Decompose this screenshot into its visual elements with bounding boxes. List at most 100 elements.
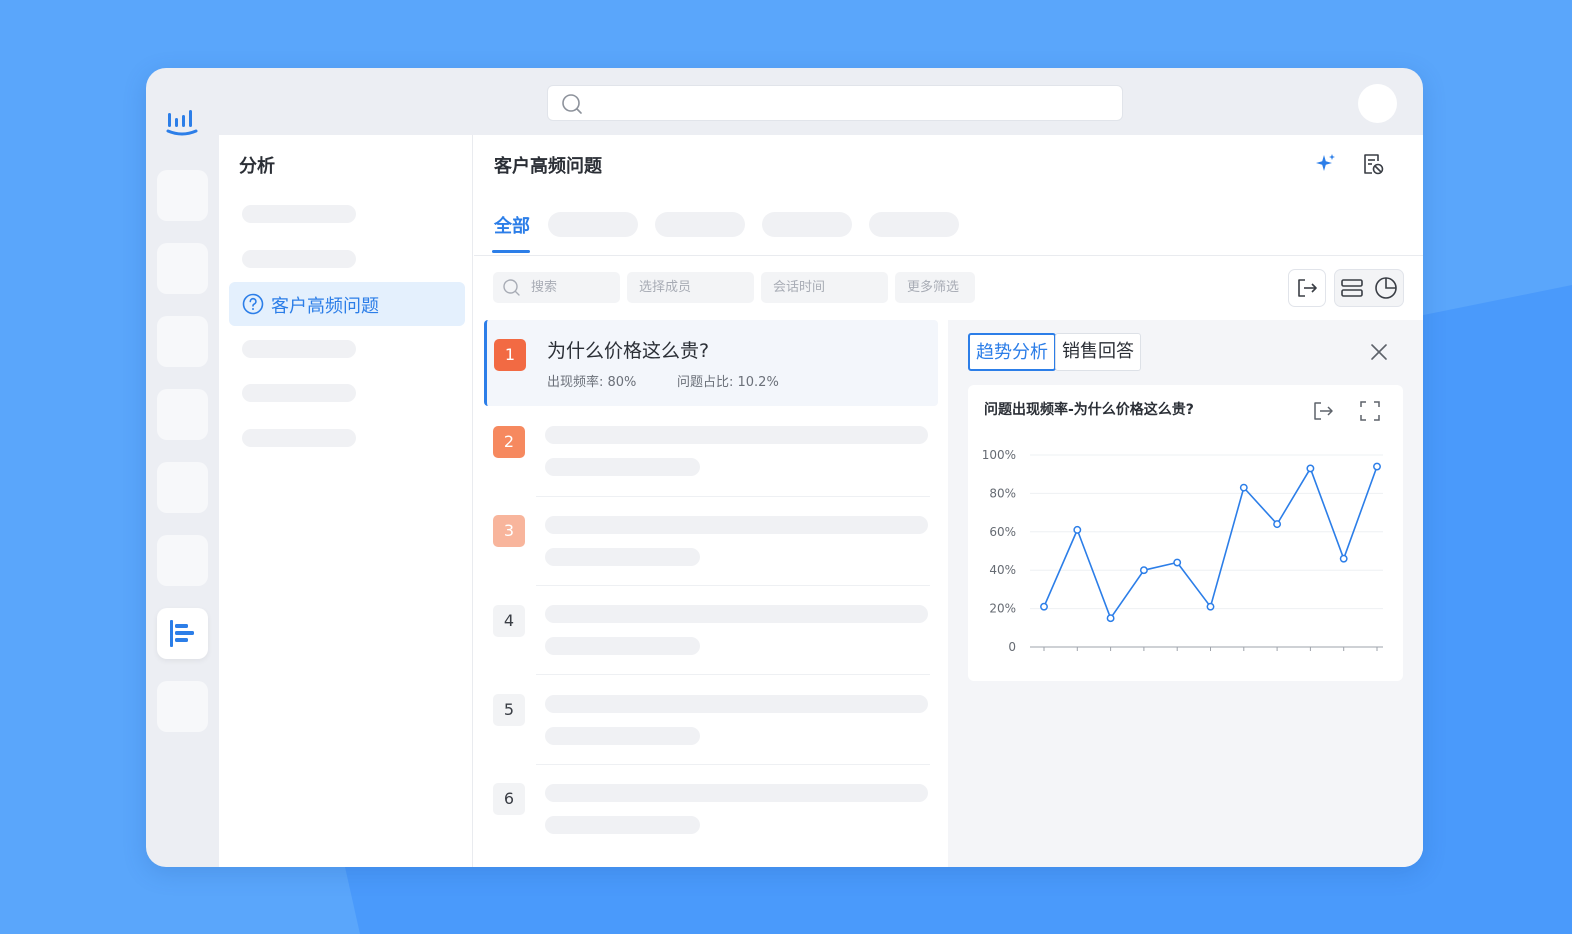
nav-rail-item-analysis[interactable] [157, 608, 208, 659]
sidebar-item-customer-faq[interactable]: 客户高频问题 [229, 282, 465, 326]
question-title: 为什么价格这么贵? [547, 340, 710, 362]
tab-placeholder[interactable] [548, 212, 638, 237]
tab-active-indicator [492, 250, 530, 253]
tab-sales-answers[interactable]: 销售回答 [1055, 333, 1141, 371]
tab-trend-analysis[interactable]: 趋势分析 [968, 333, 1056, 371]
sidebar: 分析 客户高频问题 [219, 135, 473, 867]
tab-all[interactable]: 全部 [494, 212, 530, 238]
nav-rail-item[interactable] [157, 389, 208, 440]
fullscreen-icon[interactable] [1358, 399, 1382, 423]
data-point [1073, 525, 1082, 534]
data-point [1239, 483, 1248, 492]
pie-chart-icon[interactable] [1369, 270, 1403, 306]
series-line [1043, 466, 1378, 619]
y-tick-label: 100% [982, 448, 1016, 462]
export-icon [1298, 279, 1317, 297]
tab-placeholder[interactable] [762, 212, 852, 237]
sidebar-item-label: 客户高频问题 [271, 296, 379, 317]
close-icon[interactable] [1368, 341, 1390, 363]
avatar[interactable] [1358, 84, 1397, 123]
data-point [1206, 602, 1215, 611]
rank-badge: 4 [493, 605, 525, 637]
data-point [1173, 558, 1182, 567]
nav-rail-item[interactable] [157, 243, 208, 294]
nav-rail-item[interactable] [157, 316, 208, 367]
y-tick-label: 20% [989, 602, 1016, 616]
rank-badge: 2 [493, 426, 525, 458]
question-frequency: 出现频率: 80% [547, 375, 637, 390]
rank-badge: 3 [493, 515, 525, 547]
nav-rail-item[interactable] [157, 170, 208, 221]
data-point [1040, 602, 1048, 611]
nav-rail-item[interactable] [157, 462, 208, 513]
data-point [1139, 566, 1148, 575]
filter-more-button[interactable]: 更多筛选 [895, 272, 975, 303]
question-share: 问题占比: 10.2% [677, 375, 779, 390]
data-point [1273, 520, 1282, 529]
app-window: 分析 客户高频问题 客户高频问题 全部 搜索 选择成员 会话时间 更多筛选 1 … [146, 68, 1423, 867]
search-icon [562, 94, 582, 114]
chart-title: 问题出现频率-为什么价格这么贵? [984, 402, 1194, 418]
data-point [1306, 464, 1315, 473]
list-view-icon[interactable] [1335, 270, 1369, 306]
export-icon[interactable] [1311, 399, 1335, 423]
logo-icon [166, 110, 198, 136]
nav-rail-item[interactable] [157, 681, 208, 732]
text-placeholder [545, 637, 700, 655]
page-title: 客户高频问题 [494, 156, 602, 177]
sidebar-item-placeholder[interactable] [242, 340, 356, 358]
row-divider [536, 674, 930, 675]
filter-search-input[interactable]: 搜索 [493, 272, 620, 303]
view-toggle-group [1334, 269, 1404, 307]
row-divider [536, 764, 930, 765]
data-point [1373, 462, 1381, 471]
tab-placeholder[interactable] [655, 212, 745, 237]
bar-chart-icon [170, 620, 194, 647]
tab-divider [474, 255, 1423, 256]
report-settings-icon[interactable] [1360, 151, 1386, 177]
row-divider [536, 585, 930, 586]
main-panel: 客户高频问题 全部 搜索 选择成员 会话时间 更多筛选 1 为什么价格这么贵? … [474, 135, 1423, 867]
text-placeholder [545, 458, 700, 476]
y-tick-label: 40% [989, 563, 1016, 577]
detail-panel: 趋势分析 销售回答 问题出现频率-为什么价格这么贵? 0 20% 40% 60%… [948, 320, 1423, 867]
text-placeholder [545, 784, 928, 802]
search-icon [503, 279, 520, 296]
y-tick-label: 0 [1008, 640, 1016, 654]
text-placeholder [545, 816, 700, 834]
y-tick-label: 60% [989, 525, 1016, 539]
row-divider [536, 496, 930, 497]
y-tick-label: 80% [989, 486, 1016, 500]
text-placeholder [545, 548, 700, 566]
text-placeholder [545, 605, 928, 623]
chart-card: 问题出现频率-为什么价格这么贵? 0 20% 40% 60% 80% 100% [968, 385, 1403, 681]
filter-time-select[interactable]: 会话时间 [761, 272, 888, 303]
export-button[interactable] [1288, 269, 1326, 307]
question-circle-icon [242, 293, 264, 315]
data-point [1106, 614, 1115, 623]
text-placeholder [545, 727, 700, 745]
filter-member-select[interactable]: 选择成员 [627, 272, 754, 303]
rank-badge: 1 [494, 339, 526, 371]
nav-rail [157, 170, 208, 754]
list-item[interactable]: 1 为什么价格这么贵? 出现频率: 80% 问题占比: 10.2% [484, 320, 938, 406]
sidebar-item-placeholder[interactable] [242, 384, 356, 402]
sidebar-item-placeholder[interactable] [242, 429, 356, 447]
sidebar-item-placeholder[interactable] [242, 205, 356, 223]
rank-badge: 5 [493, 694, 525, 726]
filter-search-placeholder: 搜索 [531, 280, 558, 295]
rank-badge: 6 [493, 783, 525, 815]
question-list: 1 为什么价格这么贵? 出现频率: 80% 问题占比: 10.2% 2 3 4 … [484, 320, 940, 867]
nav-rail-item[interactable] [157, 535, 208, 586]
content-area: 分析 客户高频问题 客户高频问题 全部 搜索 选择成员 会话时间 更多筛选 1 … [219, 135, 1423, 867]
sidebar-title: 分析 [239, 156, 275, 177]
data-point [1339, 554, 1348, 563]
sparkle-icon[interactable] [1312, 151, 1338, 177]
global-search-input[interactable] [547, 85, 1123, 121]
text-placeholder [545, 516, 928, 534]
text-placeholder [545, 695, 928, 713]
text-placeholder [545, 426, 928, 444]
sidebar-item-placeholder[interactable] [242, 250, 356, 268]
trend-line-chart: 0 20% 40% 60% 80% 100% [982, 448, 1383, 654]
tab-placeholder[interactable] [869, 212, 959, 237]
